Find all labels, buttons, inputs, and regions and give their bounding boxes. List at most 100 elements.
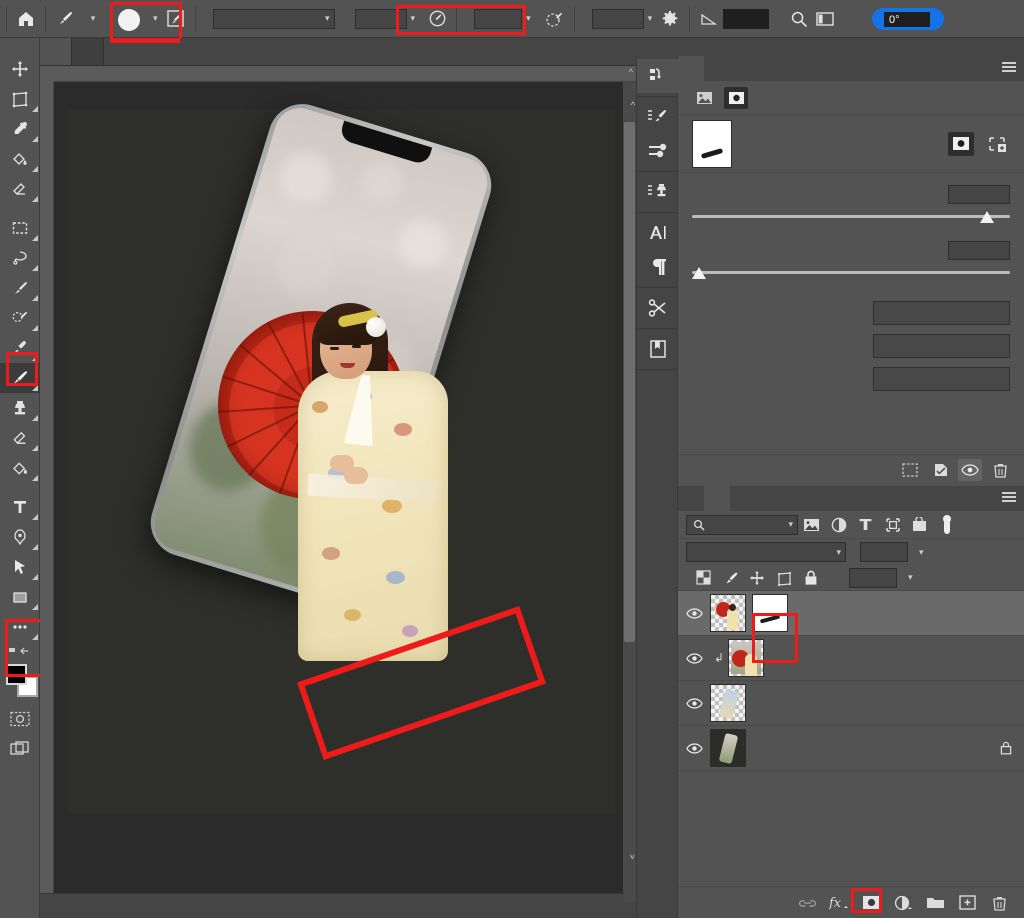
eraser-tool-2[interactable] bbox=[0, 423, 40, 453]
more-tools[interactable] bbox=[0, 612, 40, 642]
type-tool[interactable] bbox=[0, 492, 40, 522]
workspace-caret-icon[interactable] bbox=[838, 6, 854, 32]
toolbar-collapse-icon[interactable] bbox=[0, 38, 39, 54]
new-layer-icon[interactable] bbox=[956, 892, 978, 914]
layer-visibility-icon[interactable] bbox=[678, 608, 710, 619]
airbrush-icon[interactable] bbox=[542, 6, 568, 32]
object-selection-tool[interactable] bbox=[0, 303, 40, 333]
move-tool[interactable] bbox=[0, 54, 40, 84]
select-and-mask-button[interactable] bbox=[873, 301, 1010, 325]
delete-mask-icon[interactable] bbox=[988, 459, 1012, 481]
home-icon[interactable] bbox=[13, 6, 39, 32]
tab-properties[interactable] bbox=[678, 56, 704, 81]
opacity-caret[interactable]: ▾ bbox=[411, 13, 416, 24]
rectangular-marquee-tool[interactable] bbox=[0, 213, 40, 243]
layer-row-subject[interactable] bbox=[678, 591, 1024, 636]
eyedropper-tool[interactable] bbox=[0, 114, 40, 144]
color-swatches[interactable] bbox=[0, 662, 40, 704]
brush-preset-picker[interactable] bbox=[109, 7, 149, 31]
density-input[interactable] bbox=[948, 185, 1010, 204]
pixel-mask-icon[interactable] bbox=[692, 87, 716, 109]
ruler-collapse-icon[interactable]: ^ bbox=[629, 67, 633, 77]
brush-settings-icon[interactable] bbox=[637, 100, 679, 134]
search-icon[interactable] bbox=[786, 6, 812, 32]
add-vector-mask-icon[interactable] bbox=[984, 132, 1010, 156]
pen-tool[interactable] bbox=[0, 522, 40, 552]
select-pixel-mask-icon[interactable] bbox=[948, 132, 974, 156]
layers-opacity-caret[interactable]: ▾ bbox=[919, 547, 924, 558]
layer-style-fx-icon[interactable]: fx bbox=[828, 892, 850, 914]
libraries-icon[interactable] bbox=[637, 332, 679, 366]
layer-thumbnail[interactable] bbox=[710, 594, 746, 632]
color-range-button[interactable] bbox=[873, 334, 1010, 358]
angle-input[interactable] bbox=[723, 9, 769, 29]
scroll-thumb-vertical[interactable] bbox=[624, 122, 635, 642]
smoothing-caret[interactable]: ▾ bbox=[648, 13, 653, 24]
panel-menu-icon[interactable] bbox=[1002, 492, 1016, 504]
lock-all-icon[interactable] bbox=[801, 568, 821, 588]
layer-row-photo[interactable]: ↳ bbox=[678, 636, 1024, 681]
mode-select[interactable]: ▾ bbox=[213, 9, 335, 29]
vector-mask-icon[interactable] bbox=[724, 87, 748, 109]
layer-thumbnail[interactable] bbox=[710, 729, 746, 767]
filter-smart-object-icon[interactable] bbox=[906, 514, 933, 536]
lock-image-pixels-icon[interactable] bbox=[720, 568, 740, 588]
document-tab-model[interactable] bbox=[72, 38, 104, 65]
quick-mask-icon[interactable] bbox=[0, 704, 40, 734]
pressure-opacity-icon[interactable] bbox=[424, 6, 450, 32]
quick-selection-tool[interactable] bbox=[0, 273, 40, 303]
canvas-vertical-scrollbar[interactable]: ^ ˅ bbox=[623, 82, 636, 902]
history-icon[interactable] bbox=[637, 59, 679, 93]
lasso-tool[interactable] bbox=[0, 243, 40, 273]
filter-toggle-icon[interactable] bbox=[933, 514, 960, 536]
layer-thumbnail[interactable] bbox=[710, 684, 746, 722]
filter-pixel-icon[interactable] bbox=[798, 514, 825, 536]
layers-opacity-input[interactable] bbox=[860, 542, 908, 562]
screen-mode-icon[interactable] bbox=[0, 734, 40, 764]
load-selection-icon[interactable] bbox=[898, 459, 922, 481]
scroll-up-icon[interactable]: ^ bbox=[631, 100, 635, 110]
lock-position-icon[interactable] bbox=[747, 568, 767, 588]
filter-adjustment-icon[interactable] bbox=[825, 514, 852, 536]
feather-input[interactable] bbox=[948, 241, 1010, 260]
density-slider[interactable] bbox=[692, 211, 1010, 225]
workspace-switcher-icon[interactable] bbox=[812, 6, 838, 32]
add-layer-mask-icon[interactable] bbox=[860, 892, 882, 914]
gradient-tool[interactable] bbox=[0, 453, 40, 483]
panel-menu-icon[interactable] bbox=[1002, 62, 1016, 74]
brush-size-caret[interactable]: ▾ bbox=[153, 13, 158, 24]
clone-stamp-tool[interactable] bbox=[0, 393, 40, 423]
tab-3d[interactable] bbox=[678, 486, 704, 511]
delete-layer-icon[interactable] bbox=[988, 892, 1010, 914]
new-group-icon[interactable] bbox=[924, 892, 946, 914]
layer-visibility-icon[interactable] bbox=[678, 698, 710, 709]
document-tab-phone[interactable] bbox=[40, 38, 72, 65]
layer-visibility-icon[interactable] bbox=[678, 653, 710, 664]
lock-artboard-icon[interactable] bbox=[774, 568, 794, 588]
lock-transparent-pixels-icon[interactable] bbox=[693, 568, 713, 588]
paragraph-icon[interactable] bbox=[637, 250, 679, 284]
rectangle-tool[interactable] bbox=[0, 582, 40, 612]
invert-button[interactable] bbox=[873, 367, 1010, 391]
layer-row-screen[interactable] bbox=[678, 681, 1024, 726]
artboard-tool[interactable] bbox=[0, 84, 40, 114]
tab-channels[interactable] bbox=[730, 486, 756, 511]
brush-tool[interactable] bbox=[0, 363, 40, 393]
filter-shape-icon[interactable] bbox=[879, 514, 906, 536]
layer-visibility-icon[interactable] bbox=[678, 743, 710, 754]
fill-caret[interactable]: ▾ bbox=[908, 572, 913, 583]
apply-mask-icon[interactable] bbox=[928, 459, 952, 481]
feather-slider[interactable] bbox=[692, 267, 1010, 281]
eraser-tool[interactable] bbox=[0, 174, 40, 204]
layer-mask-thumbnail[interactable] bbox=[752, 594, 788, 632]
healing-brush-tool[interactable] bbox=[0, 333, 40, 363]
fill-input[interactable] bbox=[849, 568, 897, 588]
brush-preset-caret[interactable]: ▾ bbox=[78, 6, 104, 32]
opacity-input[interactable] bbox=[355, 9, 407, 29]
flow-caret[interactable]: ▾ bbox=[526, 13, 531, 24]
tab-layers[interactable] bbox=[704, 486, 730, 511]
scroll-down-icon[interactable]: ˅ bbox=[630, 852, 635, 862]
link-layers-icon[interactable] bbox=[796, 892, 818, 914]
new-adjustment-layer-icon[interactable] bbox=[892, 892, 914, 914]
foreground-color-swatch[interactable] bbox=[6, 664, 27, 685]
